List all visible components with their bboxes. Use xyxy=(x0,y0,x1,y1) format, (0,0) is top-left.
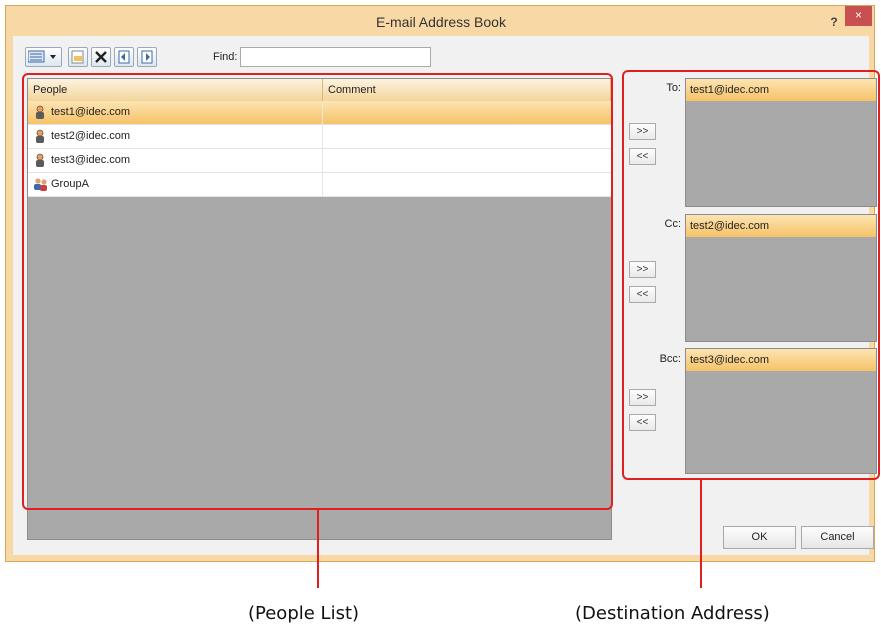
people-list-callout-line xyxy=(317,510,319,588)
window-title: E-mail Address Book xyxy=(376,14,506,30)
view-icon xyxy=(28,50,56,63)
people-list-callout-box xyxy=(22,73,613,510)
close-button[interactable]: × xyxy=(845,6,872,26)
view-dropdown-button[interactable] xyxy=(25,47,62,67)
destination-callout-line xyxy=(700,480,702,588)
export-button[interactable] xyxy=(137,47,157,67)
delete-button[interactable] xyxy=(91,47,111,67)
import-icon xyxy=(118,50,130,64)
destination-callout-box xyxy=(622,70,880,480)
new-entry-icon xyxy=(71,50,84,64)
find-input[interactable] xyxy=(240,47,431,67)
new-entry-button[interactable] xyxy=(68,47,88,67)
people-list-callout-label: (People List) xyxy=(248,603,360,624)
import-button[interactable] xyxy=(114,47,134,67)
destination-callout-label: (Destination Address) xyxy=(575,603,770,624)
delete-icon xyxy=(95,51,107,63)
cancel-button[interactable]: Cancel xyxy=(801,526,874,549)
export-icon xyxy=(141,50,153,64)
help-button[interactable]: ? xyxy=(824,14,844,30)
ok-button[interactable]: OK xyxy=(723,526,796,549)
find-label: Find: xyxy=(213,51,238,63)
